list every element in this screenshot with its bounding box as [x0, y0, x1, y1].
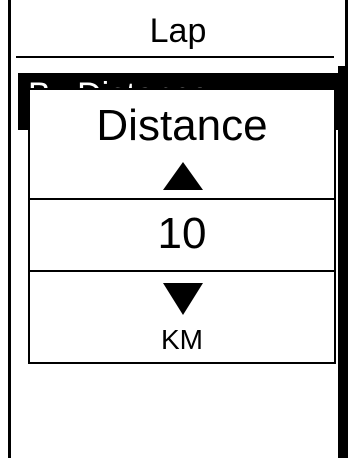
dialog-divider-top: [30, 198, 334, 200]
header-divider: [16, 56, 334, 58]
page-title: Lap: [149, 12, 207, 50]
dialog-divider-bottom: [30, 270, 334, 272]
increase-arrow-icon[interactable]: [163, 162, 203, 190]
decrease-arrow-icon[interactable]: [163, 283, 203, 315]
screen-frame-left: [8, 0, 11, 458]
screen-frame-right: [345, 0, 348, 458]
dialog-title: Distance: [96, 101, 268, 150]
distance-dialog: Distance 10 KM: [28, 88, 336, 364]
scrollbar-thumb[interactable]: [339, 66, 345, 458]
distance-unit: KM: [161, 324, 203, 355]
distance-value[interactable]: 10: [30, 203, 334, 265]
device-screen: Lap By Distance Distance 10 KM: [0, 0, 355, 458]
